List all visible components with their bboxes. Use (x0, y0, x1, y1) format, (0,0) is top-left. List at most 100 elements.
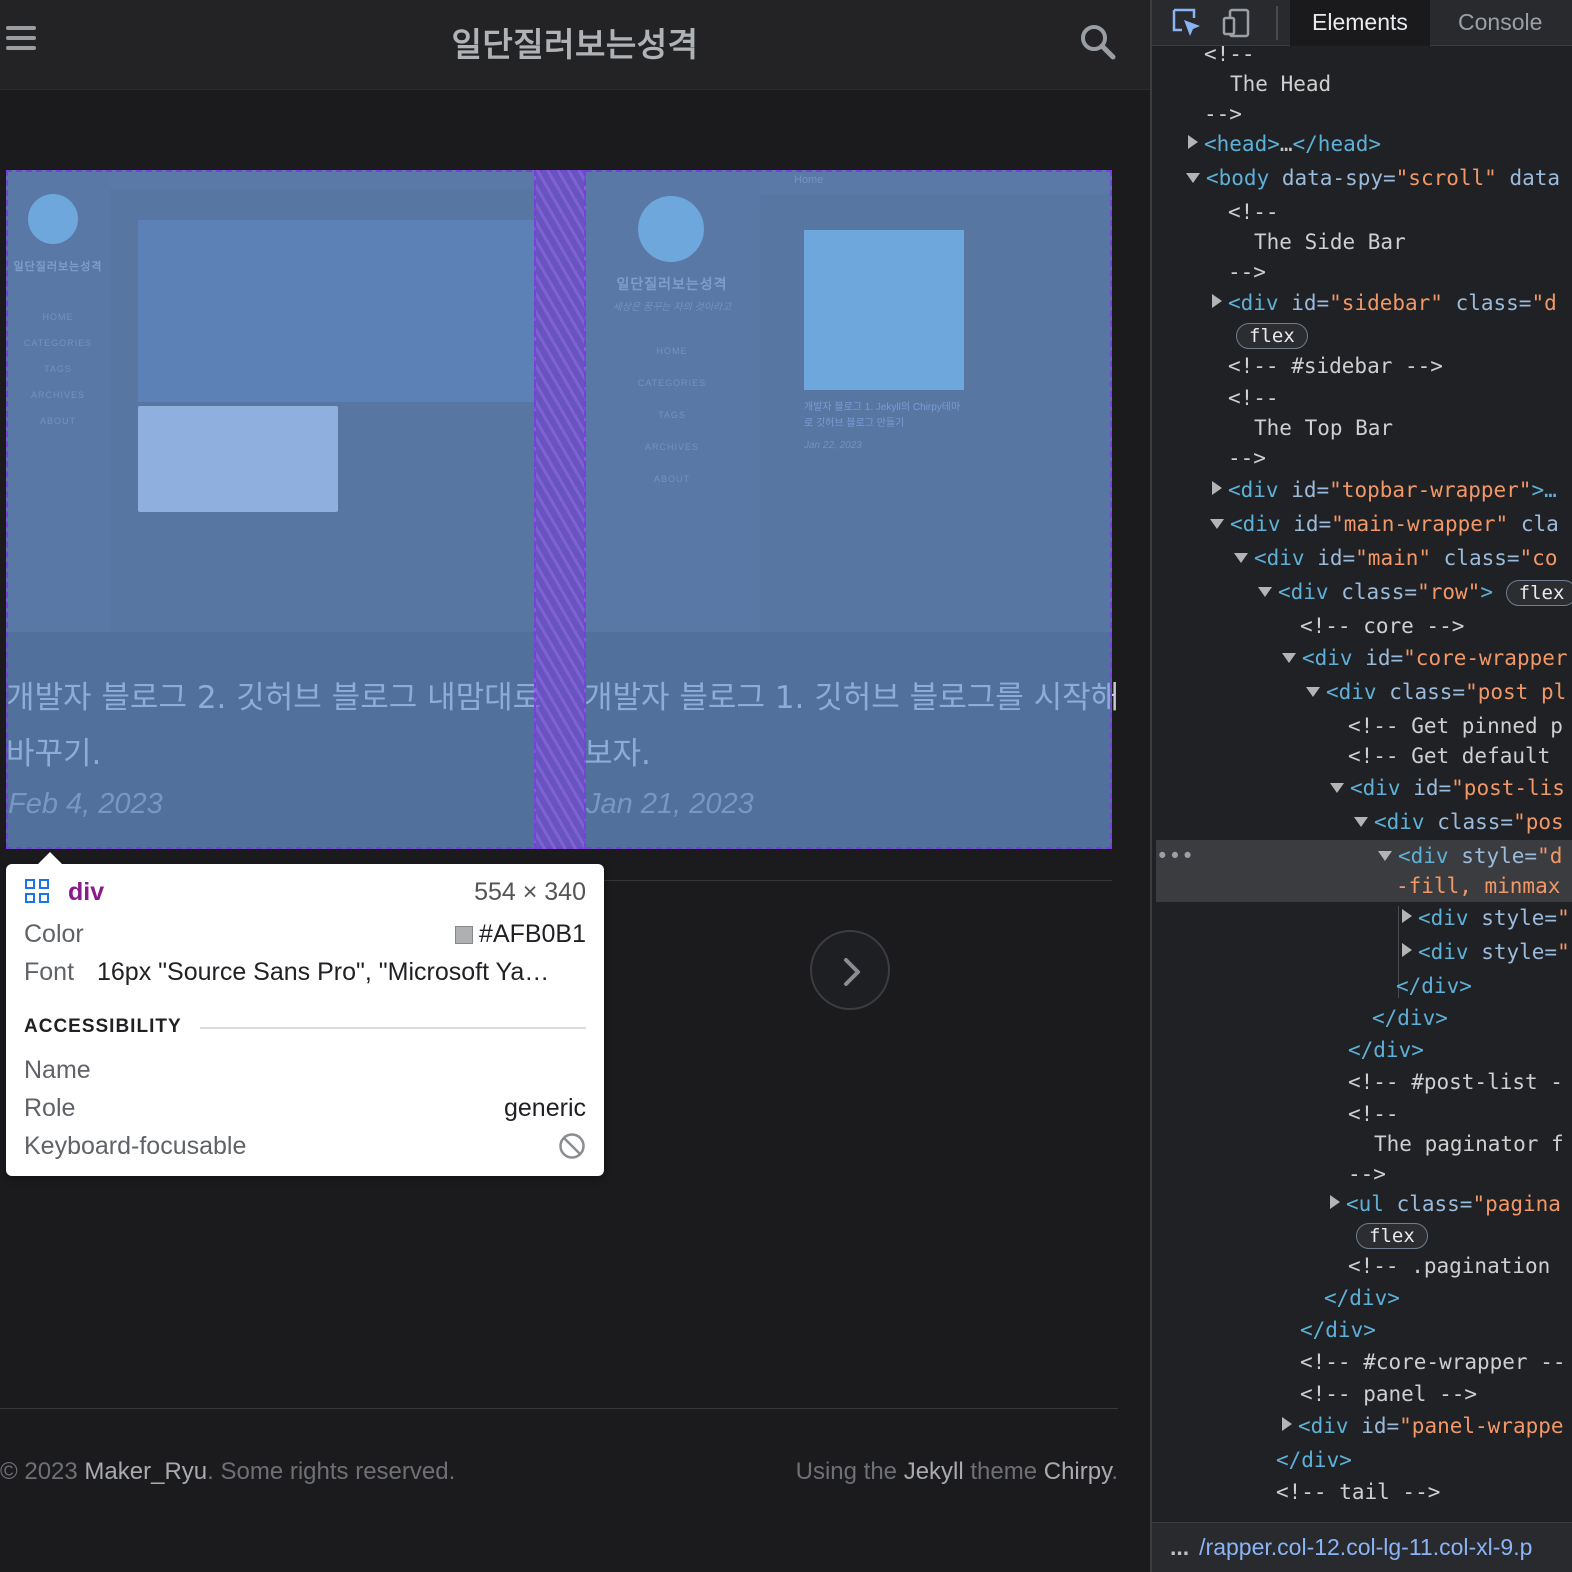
next-page-button[interactable] (810, 930, 890, 1010)
dom-node[interactable]: <!-- tail --> (1276, 1476, 1440, 1508)
dom-node[interactable]: flex (1236, 319, 1308, 351)
post-title[interactable]: 개발자 블로그 1. 깃허브 블로그를 시작해보자. (584, 670, 1124, 782)
dom-node[interactable]: The Side Bar (1254, 226, 1406, 258)
expanded-triangle-icon[interactable] (1330, 783, 1344, 793)
dom-node[interactable]: <!-- core --> (1300, 610, 1464, 642)
dom-node[interactable]: --> (1348, 1158, 1386, 1190)
jekyll-link[interactable]: Jekyll (904, 1458, 964, 1485)
dom-node[interactable]: <!-- (1348, 1098, 1399, 1130)
dom-node[interactable]: <!-- (1228, 382, 1279, 414)
expanded-triangle-icon[interactable] (1306, 687, 1320, 697)
dom-node[interactable]: <div id="core-wrapper (1282, 642, 1568, 674)
flex-badge[interactable]: flex (1505, 580, 1572, 606)
expanded-triangle-icon[interactable] (1282, 653, 1296, 663)
collapsed-triangle-icon[interactable] (1188, 135, 1198, 149)
rights-text: . Some rights reserved. (207, 1458, 456, 1485)
post-card[interactable]: 일단질러보는성격 세상은 꿈꾸는 자의 것이라고 HOME CATEGORIES… (584, 170, 1119, 849)
expanded-triangle-icon[interactable] (1210, 519, 1224, 529)
device-toolbar-icon[interactable] (1220, 6, 1254, 40)
devtools-panel: Elements Console <!-- The Head --> <head… (1150, 0, 1572, 1572)
mini-subtitle: 세상은 꿈꾸는 자의 것이라고 (612, 302, 732, 313)
tab-elements[interactable]: Elements (1290, 0, 1430, 46)
dom-node[interactable]: flex (1356, 1219, 1428, 1251)
dom-node[interactable]: <div class="pos (1354, 806, 1564, 838)
expanded-triangle-icon[interactable] (1354, 817, 1368, 827)
site-title[interactable]: 일단질러보는성격 (0, 18, 1150, 66)
dom-node[interactable]: <ul class="pagina (1330, 1188, 1561, 1220)
dom-node[interactable]: <!-- #post-list - (1348, 1066, 1563, 1098)
dom-node[interactable]: <div id="panel-wrappe (1282, 1410, 1564, 1442)
inspect-element-icon[interactable] (1170, 6, 1204, 40)
credits-text: Using the (795, 1458, 904, 1485)
dom-node[interactable]: <!-- Get pinned p (1348, 710, 1563, 742)
devtools-toolbar: Elements Console (1152, 0, 1572, 46)
tooltip-font-row: Font 16px "Source Sans Pro", "Microsoft … (24, 958, 586, 987)
dom-node[interactable]: </div> (1324, 1282, 1400, 1314)
dom-node[interactable]: <div class="post pl (1306, 676, 1566, 708)
dom-node[interactable]: </div> (1348, 1034, 1424, 1066)
breadcrumb-overflow-icon[interactable]: ... (1170, 1534, 1189, 1560)
mini-topbar: Home (760, 170, 1112, 194)
mini-nav-archives: ARCHIVES (30, 390, 85, 400)
focusable-label: Keyboard-focusable (24, 1132, 247, 1160)
collapsed-triangle-icon[interactable] (1282, 1417, 1292, 1431)
dom-node[interactable]: </div> (1300, 1314, 1376, 1346)
dom-node[interactable]: --> (1204, 98, 1242, 130)
dom-node[interactable]: <div id="topbar-wrapper">… (1212, 474, 1557, 506)
tooltip-header: div 554 × 340 (24, 878, 586, 907)
dom-node[interactable]: <!-- #core-wrapper -- (1300, 1346, 1566, 1378)
role-value: generic (504, 1094, 586, 1122)
more-options-icon[interactable]: ••• (1156, 840, 1194, 872)
dom-node[interactable]: <div style=" (1402, 936, 1570, 968)
expanded-triangle-icon[interactable] (1378, 851, 1392, 861)
flex-badge[interactable]: flex (1236, 323, 1308, 349)
dom-node[interactable]: <!-- panel --> (1300, 1378, 1477, 1410)
breadcrumb-path[interactable]: /rapper.col-12.col-lg-11.col-xl-9.p (1199, 1534, 1532, 1560)
font-label: Font (24, 958, 75, 986)
mini-nav-categories: CATEGORIES (637, 378, 707, 388)
post-title[interactable]: 개발자 블로그 2. 깃허브 블로그 내맘대로 바꾸기. (6, 670, 546, 782)
collapsed-triangle-icon[interactable] (1402, 909, 1412, 923)
dom-node[interactable]: </div> (1372, 1002, 1448, 1034)
dom-node[interactable]: </div> (1276, 1444, 1352, 1476)
collapsed-triangle-icon[interactable] (1402, 943, 1412, 957)
dom-node[interactable]: The Head (1230, 68, 1331, 100)
dom-node[interactable]: <body data-spy="scroll" data (1186, 162, 1560, 194)
dom-node[interactable]: <!-- #sidebar --> (1228, 350, 1443, 382)
dom-node[interactable]: The paginator f (1374, 1128, 1564, 1160)
selected-dom-node[interactable]: ••• <div style="d -fill, minmax (1156, 840, 1572, 902)
expanded-triangle-icon[interactable] (1234, 553, 1248, 563)
dom-node[interactable]: <div id="post-lis (1330, 772, 1565, 804)
collapsed-triangle-icon[interactable] (1330, 1195, 1340, 1209)
expanded-triangle-icon[interactable] (1258, 587, 1272, 597)
dom-node[interactable]: --> (1228, 256, 1266, 288)
dom-node[interactable]: </div> (1396, 970, 1472, 1002)
dom-node[interactable]: <!-- (1228, 196, 1279, 228)
dom-node[interactable]: <div id="main" class="co (1234, 542, 1557, 574)
dom-node[interactable]: <div class="row"> flex (1258, 576, 1572, 608)
blog-page: 일단질러보는성격 일단질러보는성격 HOME CATEGORIES TAGS A… (0, 0, 1150, 1572)
dom-node[interactable]: <!-- (1204, 46, 1255, 70)
dom-node[interactable]: The Top Bar (1254, 412, 1393, 444)
dom-node[interactable]: <div style=" (1402, 902, 1570, 934)
dom-node[interactable]: <!-- Get default (1348, 740, 1550, 772)
author-link[interactable]: Maker_Ryu (84, 1458, 207, 1485)
tab-console[interactable]: Console (1436, 0, 1564, 46)
collapsed-triangle-icon[interactable] (1212, 481, 1222, 495)
avatar (28, 194, 78, 244)
accessibility-title: ACCESSIBILITY (24, 1016, 182, 1037)
mini-site-title: 일단질러보는성격 (13, 261, 103, 273)
search-icon[interactable] (1078, 22, 1118, 62)
mini-post-title: 개발자 블로그 1. Jekyll의 Chirpy테마로 깃허브 블로그 만들기 (804, 402, 961, 429)
mini-post-date: Jan 22, 2023 (804, 440, 862, 451)
expanded-triangle-icon[interactable] (1186, 173, 1200, 183)
dom-node[interactable]: --> (1228, 442, 1266, 474)
dom-node[interactable]: <div id="main-wrapper" cla (1210, 508, 1559, 540)
chirpy-link[interactable]: Chirpy (1044, 1458, 1112, 1485)
dom-node[interactable]: <!-- .pagination (1348, 1250, 1550, 1282)
dom-node[interactable]: <head>…</head> (1188, 128, 1381, 160)
flex-badge[interactable]: flex (1356, 1223, 1428, 1249)
dom-node[interactable]: <div id="sidebar" class="d (1212, 287, 1557, 319)
collapsed-triangle-icon[interactable] (1212, 294, 1222, 308)
post-card[interactable]: 일단질러보는성격 HOME CATEGORIES TAGS ARCHIVES A… (6, 170, 541, 849)
